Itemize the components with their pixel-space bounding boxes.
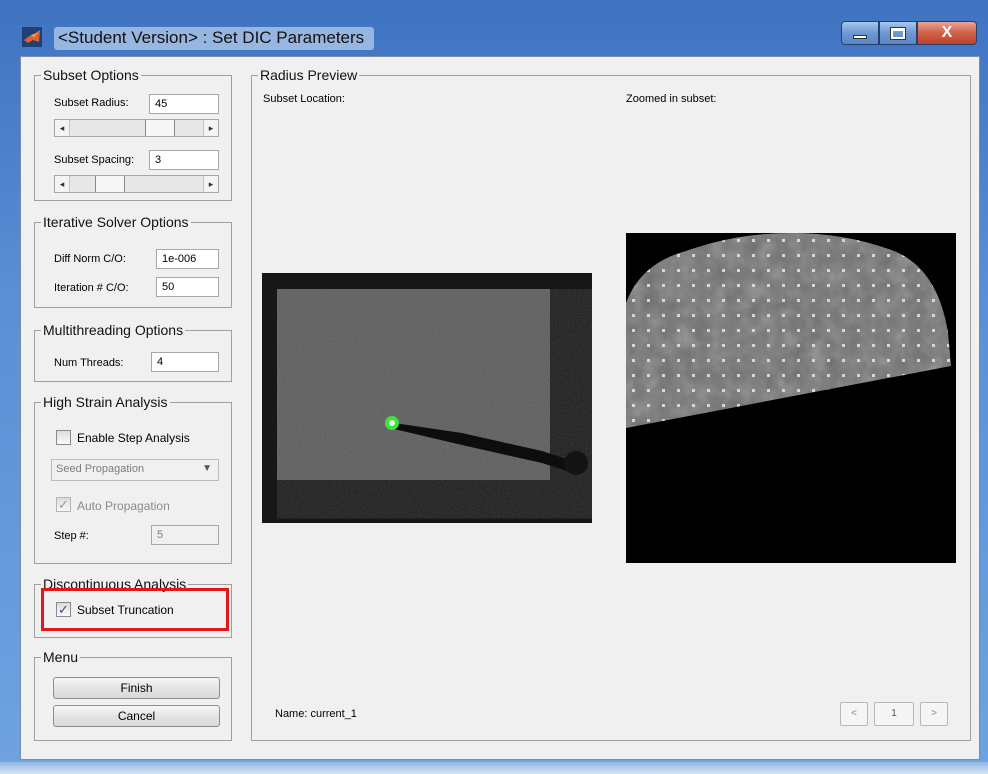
subset-radius-label: Subset Radius: <box>54 97 129 109</box>
finish-button[interactable]: Finish <box>53 677 220 699</box>
close-icon: X <box>941 24 953 41</box>
subset-radius-slider[interactable]: ◂ ▸ <box>54 119 219 137</box>
iterative-solver-title: Iterative Solver Options <box>43 214 189 230</box>
multithreading-title: Multithreading Options <box>43 322 184 338</box>
slider-thumb[interactable] <box>95 176 125 192</box>
zoomed-subset-image[interactable] <box>626 233 956 563</box>
enable-step-checkbox[interactable] <box>56 430 71 445</box>
image-name-text: Name: current_1 <box>275 708 357 720</box>
cancel-button[interactable]: Cancel <box>53 705 220 727</box>
image-index-field[interactable]: 1 <box>874 702 914 726</box>
dic-parameters-window: <Student Version> : Set DIC Parameters X… <box>0 0 988 774</box>
propagation-selected: Seed Propagation <box>56 463 145 475</box>
subset-location-image[interactable] <box>262 273 592 523</box>
subset-options-title: Subset Options <box>43 67 139 83</box>
zoomed-subset-label: Zoomed in subset: <box>626 93 717 105</box>
next-image-button[interactable]: > <box>920 702 948 726</box>
slider-right-arrow-icon[interactable]: ▸ <box>203 176 218 192</box>
subset-location-label: Subset Location: <box>263 93 345 105</box>
step-field[interactable]: 5 <box>151 525 219 545</box>
slider-thumb[interactable] <box>145 120 175 136</box>
auto-propagation-checkbox[interactable]: ✓ <box>56 497 71 512</box>
radius-preview-title: Radius Preview <box>260 67 358 83</box>
dialog-body: Subset Options Subset Radius: 45 ◂ ▸ Sub… <box>20 56 980 760</box>
subset-truncation-label[interactable]: Subset Truncation <box>77 603 174 617</box>
close-button[interactable]: X <box>917 21 977 45</box>
window-title: <Student Version> : Set DIC Parameters <box>54 27 375 50</box>
subset-spacing-slider[interactable]: ◂ ▸ <box>54 175 219 193</box>
iteration-label: Iteration # C/O: <box>54 282 129 294</box>
maximize-icon <box>890 26 906 40</box>
minimize-button[interactable] <box>841 21 879 45</box>
matlab-icon <box>22 27 42 47</box>
slider-left-arrow-icon[interactable]: ◂ <box>55 120 70 136</box>
title-bar[interactable]: <Student Version> : Set DIC Parameters X <box>0 0 988 52</box>
high-strain-title: High Strain Analysis <box>43 394 168 410</box>
subset-spacing-label: Subset Spacing: <box>54 154 135 166</box>
slider-right-arrow-icon[interactable]: ▸ <box>203 120 218 136</box>
taskbar-edge <box>0 762 988 774</box>
iteration-field[interactable]: 50 <box>156 277 219 297</box>
step-label: Step #: <box>54 530 89 542</box>
subset-radius-field[interactable]: 45 <box>149 94 219 114</box>
auto-propagation-label[interactable]: Auto Propagation <box>77 499 170 513</box>
propagation-dropdown[interactable]: Seed Propagation ▼ <box>51 459 219 481</box>
minimize-icon <box>853 35 867 39</box>
enable-step-label[interactable]: Enable Step Analysis <box>77 431 190 445</box>
slider-left-arrow-icon[interactable]: ◂ <box>55 176 70 192</box>
num-threads-field[interactable]: 4 <box>151 352 219 372</box>
diff-norm-field[interactable]: 1e-006 <box>156 249 219 269</box>
chevron-down-icon: ▼ <box>202 463 212 474</box>
subset-spacing-field[interactable]: 3 <box>149 150 219 170</box>
previous-image-button[interactable]: < <box>840 702 868 726</box>
num-threads-label: Num Threads: <box>54 357 124 369</box>
checkmark-icon: ✓ <box>58 602 69 617</box>
subset-truncation-checkbox[interactable]: ✓ <box>56 602 71 617</box>
window-controls: X <box>841 21 977 45</box>
diff-norm-label: Diff Norm C/O: <box>54 253 126 265</box>
checkmark-icon: ✓ <box>58 497 69 512</box>
maximize-button[interactable] <box>879 21 917 45</box>
menu-title: Menu <box>43 649 79 665</box>
